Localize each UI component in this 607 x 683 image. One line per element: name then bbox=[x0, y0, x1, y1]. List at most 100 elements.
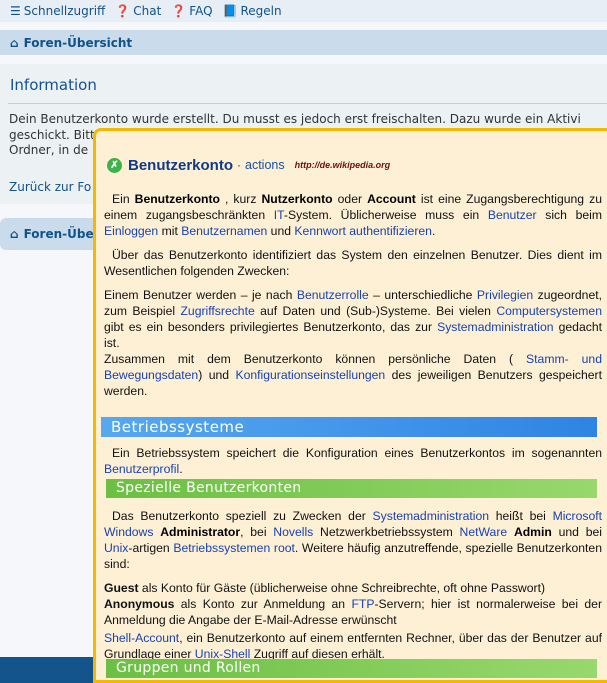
text: Zusammen mit dem Benutzerkonto können pe… bbox=[104, 352, 527, 366]
panel-message-line: Dein Benutzerkonto wurde erstellt. Du mu… bbox=[9, 112, 581, 126]
text: Das Benutzerkonto speziell zu Zwecken de… bbox=[112, 509, 373, 523]
purpose-paragraph: Über das Benutzerkonto identifiziert das… bbox=[104, 248, 602, 278]
text: heißt bei bbox=[489, 509, 553, 523]
wiki-logo-icon: ✗ bbox=[107, 157, 122, 173]
link-konfigurationseinstellungen[interactable]: Konfigurationseinstellungen bbox=[235, 368, 385, 382]
text: -artigen bbox=[128, 541, 174, 555]
link-kennwort[interactable]: Kennwort authentifizieren bbox=[294, 224, 432, 238]
link-zugriffsrechte[interactable]: Zugriffsrechte bbox=[180, 304, 254, 318]
link-systemadministration[interactable]: Systemadministration bbox=[437, 320, 554, 334]
link-benutzerprofil[interactable]: Benutzerprofil bbox=[104, 462, 179, 476]
link-netware[interactable]: NetWare bbox=[460, 525, 508, 539]
list-item: •Shell-Account, ein Benutzerkonto auf ei… bbox=[96, 630, 602, 662]
spezielle-paragraph: Das Benutzerkonto speziell zu Zwecken de… bbox=[104, 508, 602, 572]
text bbox=[507, 525, 514, 539]
popup-actions-link[interactable]: actions bbox=[245, 158, 285, 172]
bullet: • bbox=[96, 596, 97, 612]
bullet: • bbox=[96, 630, 97, 646]
heading-gruppen-und-rollen: Gruppen und Rollen bbox=[106, 659, 597, 678]
link-unix[interactable]: Unix bbox=[104, 541, 128, 555]
text: . bbox=[431, 224, 436, 238]
intro-paragraph: Ein Benutzerkonto , kurz Nutzerkonto ode… bbox=[104, 191, 602, 239]
link-einloggen[interactable]: Einloggen bbox=[104, 224, 158, 238]
nav-chat[interactable]: ❓ Chat bbox=[115, 4, 161, 18]
hamburger-icon: ☰ bbox=[10, 4, 21, 18]
special-accounts-list: • Guest als Konto für Gäste (üblicherweis… bbox=[96, 580, 602, 662]
text: ) und bbox=[198, 368, 236, 382]
breadcrumb: ⌂ Foren-Übersicht bbox=[0, 30, 607, 55]
popup-header: ✗ Benutzerkonto · actions http://de.wiki… bbox=[107, 155, 390, 175]
betriebssysteme-paragraph: Ein Betriebssystem speichert die Konfigu… bbox=[104, 445, 602, 477]
top-navigation: ☰ Schnellzugriff ❓ Chat ❓ FAQ 📘 Regeln bbox=[0, 0, 607, 22]
link-privilegien[interactable]: Privilegien bbox=[477, 288, 533, 302]
term-account: Account bbox=[367, 192, 416, 206]
home-icon: ⌂ bbox=[10, 35, 19, 50]
spezielle-section: Das Benutzerkonto speziell zu Zwecken de… bbox=[96, 508, 602, 662]
nav-chat-label: Chat bbox=[133, 4, 162, 18]
link-betriebssystemen[interactable]: Betriebssystemen bbox=[173, 541, 270, 555]
book-icon: 📘 bbox=[222, 4, 238, 18]
popup-source-link[interactable]: http://de.wikipedia.org bbox=[295, 160, 391, 170]
text: oder bbox=[332, 192, 368, 206]
list-item: • Guest als Konto für Gäste (üblicherweis… bbox=[96, 580, 602, 596]
back-link[interactable]: Zurück zur Fo bbox=[9, 180, 91, 194]
link-systemadministration[interactable]: Systemadministration bbox=[373, 509, 490, 523]
nav-quick-access-label: Schnellzugriff bbox=[23, 4, 106, 18]
text: und bbox=[267, 224, 295, 238]
purpose-list: 1.Einem Benutzer werden – je nach Benutz… bbox=[104, 287, 602, 399]
wiki-popup: ✗ Benutzerkonto · actions http://de.wiki… bbox=[93, 128, 607, 683]
heading-spezielle-benutzerkonten: Spezielle Benutzerkonten bbox=[106, 479, 597, 498]
text: gibt es ein besonders privilegiertes Ben… bbox=[104, 320, 438, 334]
list-item: 2.Zusammen mit dem Benutzerkonto können … bbox=[104, 351, 602, 399]
link-root[interactable]: root bbox=[274, 541, 295, 555]
nav-faq-label: FAQ bbox=[189, 4, 213, 18]
nav-rules[interactable]: 📘 Regeln bbox=[223, 4, 282, 18]
text: Ein bbox=[112, 192, 135, 206]
text: und bei bbox=[551, 525, 602, 539]
popup-separator: · bbox=[237, 158, 241, 172]
text: auf Daten und (Sub-)Systeme. Bei vielen bbox=[254, 304, 497, 318]
link-shell-account[interactable]: Shell-Account bbox=[104, 631, 179, 645]
nav-faq[interactable]: ❓ FAQ bbox=[171, 4, 212, 18]
home-icon: ⌂ bbox=[10, 227, 19, 241]
link-novells[interactable]: Novells bbox=[273, 525, 313, 539]
link-benutzerrolle[interactable]: Benutzerrolle bbox=[297, 288, 369, 302]
link-it[interactable]: IT bbox=[274, 208, 284, 222]
text: – unterschiedliche bbox=[368, 288, 477, 302]
list-item: 1.Einem Benutzer werden – je nach Benutz… bbox=[104, 287, 602, 351]
betriebssysteme-section: Ein Betriebssystem speichert die Konfigu… bbox=[104, 445, 602, 477]
question-circle-icon: ❓ bbox=[115, 4, 131, 18]
link-benutzer[interactable]: Benutzer bbox=[488, 208, 537, 222]
text: Einem Benutzer werden – je nach bbox=[104, 288, 297, 302]
link-computersystemen[interactable]: Computersystemen bbox=[496, 304, 602, 318]
text: -System. Üblicherweise muss ein bbox=[283, 208, 488, 222]
term-nutzerkonto: Nutzerkonto bbox=[261, 192, 333, 206]
text: , kurz bbox=[219, 192, 262, 206]
breadcrumb-bottom-forum-index[interactable]: Foren-Übe bbox=[24, 227, 94, 241]
text: , bei bbox=[240, 525, 274, 539]
panel-title: Information bbox=[10, 76, 97, 94]
bullet: • bbox=[96, 580, 97, 596]
term-administrator: Administrator bbox=[160, 525, 241, 539]
text: . bbox=[179, 462, 183, 476]
text: Ein Betriebssystem speichert die Konfigu… bbox=[112, 446, 602, 460]
nav-quick-access[interactable]: ☰ Schnellzugriff bbox=[10, 4, 105, 18]
popup-body: Ein Benutzerkonto , kurz Nutzerkonto ode… bbox=[104, 191, 602, 399]
term-guest: Guest bbox=[104, 581, 139, 595]
text: als Konto für Gäste (üblicherweise ohne … bbox=[138, 581, 546, 595]
link-benutzernamen[interactable]: Benutzernamen bbox=[181, 224, 267, 238]
popup-title: Benutzerkonto bbox=[128, 156, 233, 174]
text: als Konto zur Anmeldung an bbox=[174, 597, 352, 611]
question-circle-icon: ❓ bbox=[171, 4, 187, 18]
term-anonymous: Anonymous bbox=[104, 597, 175, 611]
term-benutzerkonto: Benutzerkonto bbox=[134, 192, 220, 206]
term-admin: Admin bbox=[513, 525, 552, 539]
list-item: • Anonymous als Konto zur Anmeldung an FT… bbox=[96, 596, 602, 628]
panel-divider bbox=[8, 103, 607, 104]
text: sich beim bbox=[536, 208, 602, 222]
link-ftp[interactable]: FTP bbox=[351, 597, 374, 611]
text: Netzwerkbetriebssystem bbox=[313, 525, 460, 539]
nav-rules-label: Regeln bbox=[240, 4, 282, 18]
heading-betriebssysteme: Betriebssysteme bbox=[101, 417, 597, 437]
breadcrumb-forum-index[interactable]: Foren-Übersicht bbox=[24, 36, 133, 50]
